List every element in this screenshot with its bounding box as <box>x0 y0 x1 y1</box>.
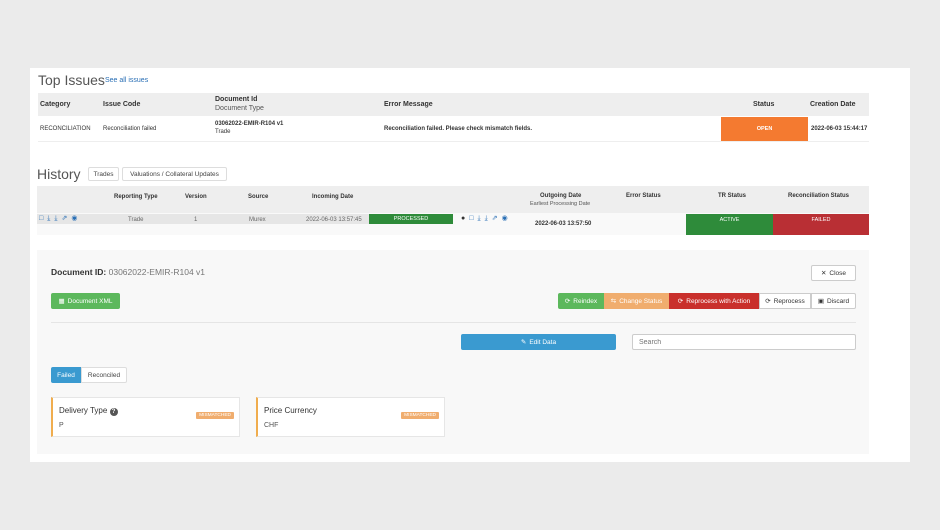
status-badge-open: OPEN <box>721 117 808 141</box>
edit-data-label: Edit Data <box>529 338 557 346</box>
info-icon[interactable]: ● <box>461 215 465 222</box>
document-id-label: Document ID: <box>51 267 107 277</box>
col-document-id: Document Id <box>215 96 258 103</box>
row-reporting-type: Trade <box>128 217 144 223</box>
tab-valuations[interactable]: Valuations / Collateral Updates <box>122 167 227 181</box>
issue-code: Reconciliation failed <box>103 126 157 132</box>
col-incoming-date: Incoming Date <box>312 194 354 200</box>
field-delivery-type-value: P <box>59 422 64 429</box>
tr-status-text: ACTIVE <box>719 217 740 223</box>
top-issues-header-row <box>38 93 869 116</box>
issue-creation-date: 2022-06-03 15:44:17 <box>811 126 868 132</box>
issue-category: RECONCILIATION <box>40 126 91 132</box>
file-outgoing-icon[interactable]: □ <box>469 215 473 222</box>
reprocess-label: Reprocess <box>773 297 805 305</box>
file-code-icon: ▦ <box>58 298 65 305</box>
reprocess-with-action-button[interactable]: ⟳ Reprocess with Action <box>669 293 759 309</box>
recon-status-failed: FAILED <box>773 214 869 235</box>
reprocess-with-action-label: Reprocess with Action <box>686 297 751 305</box>
issue-document-id[interactable]: 03062022-EMIR-R104 v1 <box>215 121 283 127</box>
col-source: Source <box>248 194 269 200</box>
issue-document-type: Trade <box>215 129 231 135</box>
tab-reconciled[interactable]: Reconciled <box>81 367 127 383</box>
processed-badge: PROCESSED <box>369 214 453 224</box>
reprocess-button[interactable]: ⟳ Reprocess <box>759 293 811 309</box>
file-icon[interactable]: □ <box>39 215 43 222</box>
col-status: Status <box>753 101 775 108</box>
history-title: History <box>37 166 81 182</box>
mismatched-badge: MISMATCHED <box>401 412 439 419</box>
reindex-label: Reindex <box>573 297 598 305</box>
processed-text: PROCESSED <box>393 216 429 222</box>
question-circle-icon[interactable]: ? <box>109 408 118 416</box>
document-id-value: 03062022-EMIR-R104 v1 <box>108 267 206 277</box>
download-alt-icon[interactable]: ⤓ <box>54 215 57 222</box>
reindex-button[interactable]: ⟳ Reindex <box>558 293 604 309</box>
refresh-icon: ⟳ <box>564 298 571 305</box>
field-delivery-type-badge-wrap: MISMATCHED <box>196 403 234 421</box>
edit-data-button[interactable]: ✎ Edit Data <box>461 334 616 350</box>
row-outgoing-date: 2022-06-03 13:57:50 <box>535 221 592 227</box>
trash-icon: ▣ <box>817 298 825 305</box>
close-label: Close <box>829 269 847 277</box>
close-icon: ✕ <box>820 270 827 277</box>
change-status-label: Change Status <box>619 297 663 305</box>
field-price-currency-label: Price Currency <box>264 406 317 415</box>
document-xml-button[interactable]: ▦ Document XML <box>51 293 120 309</box>
refresh-action-icon: ⟳ <box>677 298 684 305</box>
download-icon[interactable]: ⤓ <box>47 215 50 222</box>
col-tr-status: TR Status <box>718 193 747 199</box>
col-reconciliation-status: Reconciliation Status <box>788 193 850 199</box>
document-id-heading: Document ID: 03062022-EMIR-R104 v1 <box>51 267 205 277</box>
field-delivery-type-heading: Delivery Type ? <box>59 406 118 416</box>
field-card-price-currency: Price Currency MISMATCHED CHF <box>256 397 445 437</box>
issue-error-message: Reconciliation failed. Please check mism… <box>384 126 533 132</box>
eye-outgoing-icon[interactable]: ◉ <box>502 215 508 222</box>
col-error-status: Error Status <box>626 193 661 199</box>
download-outgoing-icon[interactable]: ⤓ <box>477 215 480 222</box>
change-status-button[interactable]: ⇆ Change Status <box>604 293 669 309</box>
field-delivery-type-label: Delivery Type <box>59 406 108 415</box>
col-earliest-processing-date: Earliest Processing Date <box>530 201 591 207</box>
row-actions-middle: ● □ ⤓ ⤓ ⇗ ◉ <box>461 215 508 222</box>
divider <box>51 322 856 323</box>
field-price-currency-badge-wrap: MISMATCHED <box>401 403 439 421</box>
discard-button[interactable]: ▣ Discard <box>811 293 856 309</box>
tab-failed[interactable]: Failed <box>51 367 81 383</box>
tab-trades[interactable]: Trades <box>88 167 119 181</box>
col-document-type: Document Type <box>215 105 264 112</box>
row-source: Murex <box>249 217 266 223</box>
col-creation-date: Creation Date <box>810 101 856 108</box>
mismatched-badge: MISMATCHED <box>196 412 234 419</box>
row-actions-left: □ ⤓ ⤓ ⇗ ◉ <box>39 215 77 222</box>
row-version: 1 <box>194 217 198 223</box>
status-open-text: OPEN <box>756 126 773 132</box>
see-all-issues-link[interactable]: See all issues <box>105 77 148 84</box>
eye-icon[interactable]: ◉ <box>71 215 77 222</box>
history-header-row <box>37 186 869 213</box>
col-outgoing-date: Outgoing Date <box>540 193 582 199</box>
edit-icon: ✎ <box>520 339 527 346</box>
main-card: Top Issues See all issues Category Issue… <box>30 68 910 462</box>
col-issue-code: Issue Code <box>103 101 141 108</box>
discard-label: Discard <box>827 297 850 305</box>
tr-status-active: ACTIVE <box>686 214 773 235</box>
field-card-delivery-type: Delivery Type ? MISMATCHED P <box>51 397 240 437</box>
reprocess-icon: ⟳ <box>765 298 771 305</box>
download-outgoing-alt-icon[interactable]: ⤓ <box>485 215 488 222</box>
field-price-currency-value: CHF <box>264 422 279 429</box>
col-error-message: Error Message <box>384 101 433 108</box>
row-incoming-date: 2022-06-03 13:57:45 <box>306 217 362 223</box>
document-xml-label: Document XML <box>67 297 113 305</box>
col-version: Version <box>185 194 207 200</box>
col-category: Category <box>40 101 71 108</box>
external-link-outgoing-icon[interactable]: ⇗ <box>492 215 498 222</box>
search-input[interactable] <box>632 334 856 350</box>
close-button[interactable]: ✕ Close <box>811 265 856 281</box>
recon-status-text: FAILED <box>811 217 831 223</box>
col-reporting-type: Reporting Type <box>114 194 158 200</box>
exchange-icon: ⇆ <box>610 298 617 305</box>
top-issues-title: Top Issues <box>38 72 105 88</box>
external-link-icon[interactable]: ⇗ <box>61 215 67 222</box>
